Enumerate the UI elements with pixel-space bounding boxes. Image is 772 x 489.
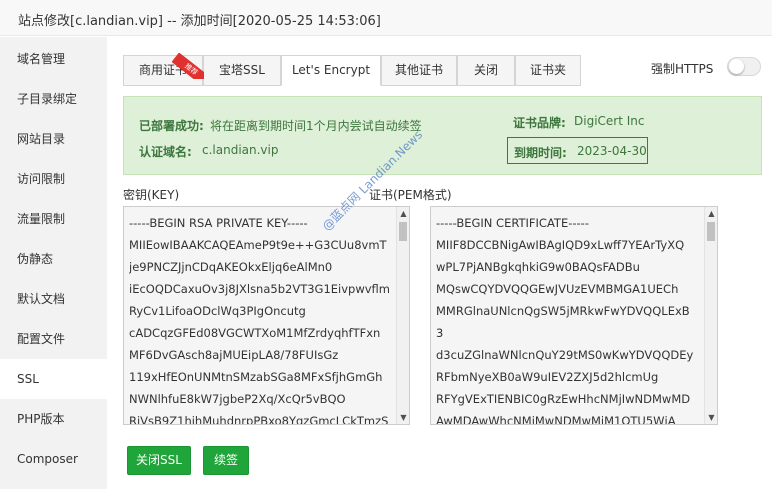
scroll-up-icon[interactable]: ▲ [705, 207, 717, 220]
key-line: RiVsB9Z1hjhMuhdnrpPBxo8YqzGmcLCkTmzS [129, 414, 389, 425]
close-ssl-button[interactable]: 关闭SSL [127, 446, 191, 475]
scroll-thumb[interactable] [707, 222, 715, 241]
key-scrollbar[interactable]: ▲ ▼ [396, 207, 409, 424]
tab-close[interactable]: 关闭 [457, 55, 515, 86]
cert-line: -----BEGIN CERTIFICATE----- [436, 216, 589, 230]
key-line: 119xHfEOnUNMtnSMzabSGa8MFxSfjhGmGh [129, 370, 383, 384]
brand-label: 证书品牌: [513, 116, 566, 130]
sidebar: 域名管理 子目录绑定 网站目录 访问限制 流量限制 伪静态 默认文档 配置文件 … [0, 37, 107, 489]
key-label: 密钥(KEY) [123, 188, 180, 202]
renew-button[interactable]: 续签 [203, 446, 249, 475]
scroll-down-icon[interactable]: ▼ [705, 411, 717, 424]
key-line: cADCqzGFEd08VGCWTXoM1MfZrdyqhfTFxn [129, 326, 381, 340]
sidebar-item-ssl[interactable]: SSL [0, 359, 107, 399]
sidebar-item-default-doc[interactable]: 默认文档 [0, 279, 107, 319]
dialog-title-bar: 站点修改[c.landian.vip] -- 添加时间[2020-05-25 1… [0, 0, 772, 36]
sidebar-item-traffic-limit[interactable]: 流量限制 [0, 199, 107, 239]
cert-line: MIIF8DCCBNigAwIBAgIQD9xLwff7YEArTyXQ [436, 238, 685, 252]
cert-textarea[interactable]: -----BEGIN CERTIFICATE----- MIIF8DCCBNig… [430, 206, 718, 425]
tab-lets-encrypt[interactable]: Let's Encrypt [281, 55, 381, 86]
deployed-label: 已部署成功: [139, 119, 204, 133]
domain-value: c.landian.vip [202, 143, 279, 157]
sidebar-item-domain[interactable]: 域名管理 [0, 39, 107, 79]
toggle-knob [729, 59, 744, 74]
cert-line: RFYgVExTIENBIC0gRzEwHhcNMjIwNDMwMD [436, 392, 691, 406]
sidebar-item-php-version[interactable]: PHP版本 [0, 399, 107, 439]
sidebar-item-config-file[interactable]: 配置文件 [0, 319, 107, 359]
cert-line: RFbmNyeXB0aW9uIEV2ZXJ5d2hlcmUg [436, 370, 659, 384]
tab-other-cert[interactable]: 其他证书 [381, 55, 457, 86]
recommended-ribbon-label: 推荐 [172, 53, 204, 79]
scroll-up-icon[interactable]: ▲ [397, 207, 409, 220]
sidebar-item-subdirectory[interactable]: 子目录绑定 [0, 79, 107, 119]
sidebar-item-site-directory[interactable]: 网站目录 [0, 119, 107, 159]
key-line: -----BEGIN RSA PRIVATE KEY----- [129, 216, 308, 230]
key-line: je9PNCZJjnCDqAKEOkxEljq6eAlMn0 [129, 260, 333, 274]
cert-line: d3cuZGlnaWNlcnQuY29tMS0wKwYDVQQDEy [436, 348, 694, 362]
cert-line: wPL7PjANBgkqhkiG9w0BAQsFADBu [436, 260, 640, 274]
key-line: iEcOQDCaxuOv3j8JXlsna5b2VT3G1Eivpwvflm [129, 282, 390, 296]
cert-status-panel: 已部署成功: 将在距离到期时间1个月内尝试自动续签 认证域名: c.landia… [123, 96, 762, 175]
cert-label: 证书(PEM格式) [369, 188, 452, 202]
key-text: -----BEGIN RSA PRIVATE KEY----- MIIEowIB… [129, 212, 392, 425]
expire-highlight-box [507, 137, 648, 164]
force-https-label: 强制HTTPS [651, 62, 714, 76]
scroll-down-icon[interactable]: ▼ [397, 411, 409, 424]
brand-value: DigiCert Inc [574, 114, 645, 128]
deployed-text: 将在距离到期时间1个月内尝试自动续签 [210, 119, 422, 133]
domain-label: 认证域名: [139, 145, 192, 159]
key-line: NWNlhfuE8kW7jgbeP2Xq/XcQr5vBQO [129, 392, 346, 406]
sidebar-item-composer[interactable]: Composer [0, 439, 107, 479]
key-line: MIIEowIBAAKCAQEAmeP9t9e++G3CUu8vmT [129, 238, 387, 252]
scroll-thumb[interactable] [399, 222, 407, 241]
sidebar-item-access-limit[interactable]: 访问限制 [0, 159, 107, 199]
tab-cert-folder[interactable]: 证书夹 [515, 55, 581, 86]
cert-text: -----BEGIN CERTIFICATE----- MIIF8DCCBNig… [436, 212, 700, 425]
tab-baota-ssl[interactable]: 宝塔SSL [203, 55, 281, 86]
cert-line: AwMDAwWhcNMjMwNDMwMjM1OTU5WjA [436, 414, 676, 425]
recommended-ribbon: 推荐 [172, 53, 204, 79]
key-line: RyCv1LifoaODclWq3PIgOncutg [129, 304, 306, 318]
cert-line: 3 [436, 326, 444, 340]
key-textarea[interactable]: -----BEGIN RSA PRIVATE KEY----- MIIEowIB… [123, 206, 410, 425]
force-https-toggle[interactable] [727, 57, 761, 76]
dialog-title: 站点修改[c.landian.vip] -- 添加时间[2020-05-25 1… [18, 14, 381, 29]
cert-line: MQswCQYDVQQGEwJVUzEVMBMGA1UECh [436, 282, 679, 296]
sidebar-item-rewrite[interactable]: 伪静态 [0, 239, 107, 279]
cert-scrollbar[interactable]: ▲ ▼ [704, 207, 717, 424]
key-line: MF6DvGAsch8ajMUEipLA8/78FUIsGz [129, 348, 339, 362]
cert-line: MMRGlnaUNlcnQgSW5jMRkwFwYDVQQLExB [436, 304, 690, 318]
